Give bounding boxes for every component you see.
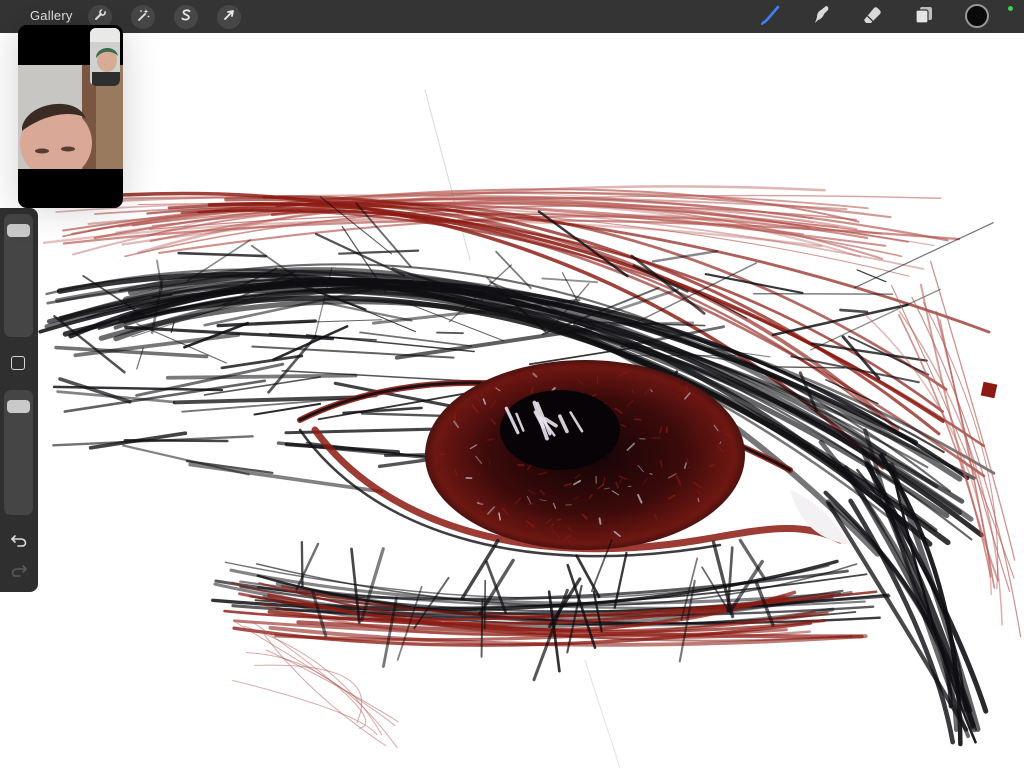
selection-s-icon <box>179 8 193 27</box>
drawing-canvas[interactable] <box>0 33 1024 768</box>
brush-opacity-slider[interactable] <box>4 390 33 515</box>
brush-tool-button[interactable] <box>757 4 783 30</box>
adjustments-button[interactable] <box>131 5 155 29</box>
eye-sketch-artwork <box>38 89 1022 768</box>
magic-wand-icon <box>136 8 150 27</box>
smudge-tool-button[interactable] <box>808 4 834 30</box>
brush-size-thumb[interactable] <box>7 224 30 237</box>
facetime-video-pip[interactable] <box>18 25 123 208</box>
top-toolbar: Gallery <box>0 0 1024 33</box>
redo-button[interactable] <box>8 562 30 582</box>
undo-icon <box>10 532 28 553</box>
redo-icon <box>10 562 28 583</box>
brush-opacity-thumb[interactable] <box>7 400 30 414</box>
eraser-tool-button[interactable] <box>859 4 885 30</box>
wrench-icon <box>93 7 107 27</box>
eraser-icon <box>860 3 884 32</box>
brush-size-slider[interactable] <box>4 214 33 337</box>
status-dot <box>1008 6 1013 11</box>
self-video-preview <box>90 28 120 86</box>
color-picker-button[interactable] <box>965 4 989 28</box>
layers-icon <box>912 3 936 32</box>
brush-icon <box>758 3 782 32</box>
modify-button[interactable] <box>11 356 25 370</box>
selection-button[interactable] <box>174 5 198 29</box>
arrow-cursor-icon <box>222 8 236 27</box>
smudge-icon <box>809 3 833 32</box>
brush-sidebar <box>0 208 38 592</box>
procreate-app: Gallery <box>0 0 1024 768</box>
transform-button[interactable] <box>217 5 241 29</box>
undo-button[interactable] <box>8 532 30 552</box>
gallery-button[interactable]: Gallery <box>30 8 73 23</box>
layers-button[interactable] <box>911 4 937 30</box>
